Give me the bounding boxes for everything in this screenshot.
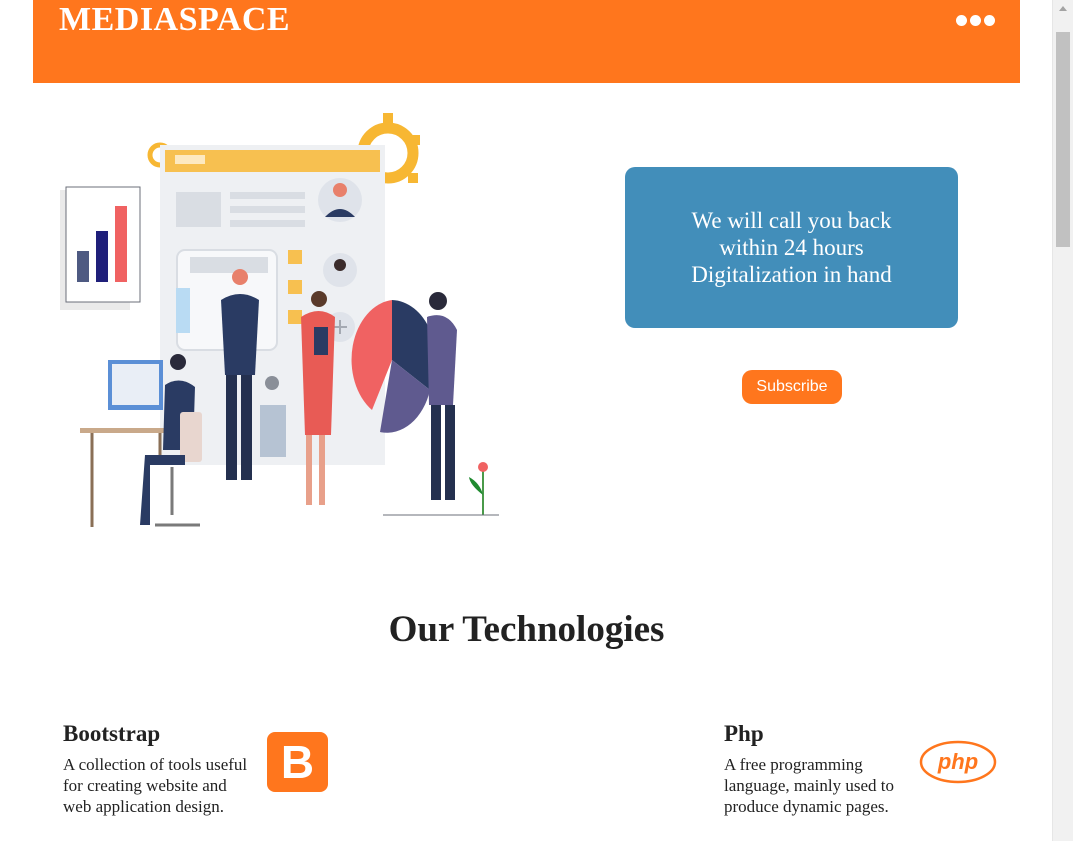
php-logo-text: php (937, 749, 978, 774)
dot (970, 14, 981, 26)
tech-card-bootstrap: Bootstrap A collection of tools useful f… (63, 721, 258, 817)
scroll-up-icon[interactable] (1059, 6, 1067, 11)
site-header: MEDIASPACE (33, 0, 1020, 83)
brand-logo[interactable]: MEDIASPACE (59, 1, 290, 39)
subscribe-button[interactable]: Subscribe (742, 370, 842, 404)
tech-name: Php (724, 721, 764, 746)
callback-line-2: within 24 hours (719, 235, 864, 260)
php-logo-icon: php (919, 740, 997, 784)
more-dots-icon[interactable] (956, 12, 996, 28)
vertical-scrollbar[interactable] (1052, 0, 1073, 841)
dot (984, 14, 995, 26)
tech-description: A collection of tools useful for creatin… (63, 755, 248, 816)
callback-line-3: Digitalization in hand (691, 262, 892, 287)
callback-line-1: We will call you back (691, 208, 892, 233)
page: MEDIASPACE We will call you back within … (0, 0, 1073, 841)
tech-card-php: Php A free programming language, mainly … (724, 721, 914, 817)
tech-description: A free programming language, mainly used… (724, 755, 894, 816)
section-title: Our Technologies (388, 609, 665, 650)
tech-name: Bootstrap (63, 721, 161, 746)
dot (956, 14, 967, 26)
business-team-illustration (60, 113, 499, 527)
scrollbar-thumb[interactable] (1056, 32, 1070, 247)
callback-card: We will call you back within 24 hours Di… (625, 167, 958, 328)
bootstrap-logo-icon: B (267, 732, 328, 792)
